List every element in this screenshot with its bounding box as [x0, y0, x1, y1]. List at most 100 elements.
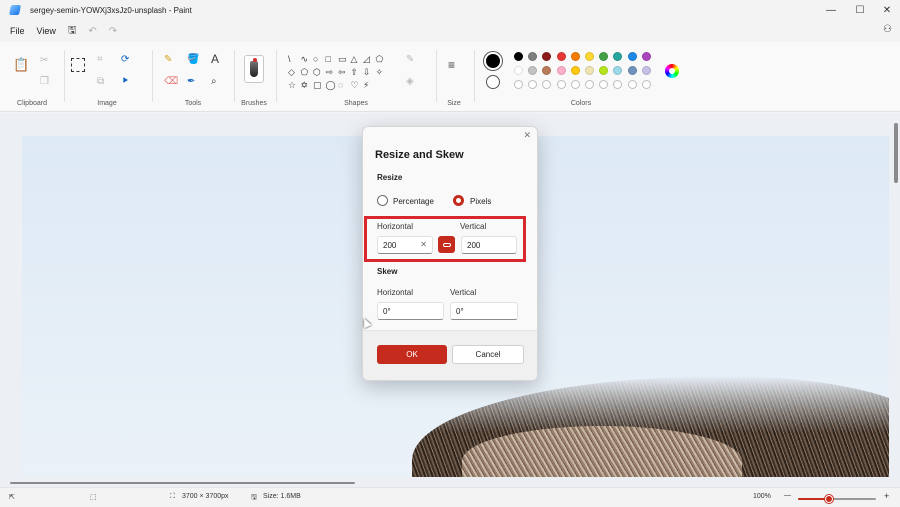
maximize-button[interactable]: ☐ — [845, 0, 875, 20]
edit-colors-icon[interactable] — [665, 64, 679, 78]
menu-file[interactable]: File — [4, 26, 31, 36]
custom-color-slot[interactable] — [585, 80, 594, 89]
menu-view[interactable]: View — [31, 26, 62, 36]
flip-icon[interactable]: ⯈ — [121, 77, 129, 87]
color-swatch[interactable] — [570, 52, 580, 61]
shape-option-icon[interactable]: ⇧ — [351, 67, 359, 77]
shape-option-icon[interactable]: ◌ — [338, 80, 343, 90]
shape-option-icon[interactable]: ▢ — [313, 80, 322, 90]
undo-icon[interactable]: ↶ — [82, 26, 102, 37]
brush-icon[interactable] — [244, 55, 264, 83]
shape-option-icon[interactable]: ⬠ — [376, 54, 384, 64]
shape-option-icon[interactable]: ☆ — [288, 80, 296, 90]
shape-option-icon[interactable]: ○ — [313, 54, 318, 64]
line-size-icon[interactable]: ≡ — [448, 59, 455, 71]
color-swatch[interactable] — [641, 52, 651, 61]
clear-icon[interactable]: ✕ — [420, 240, 427, 249]
magnifier-icon[interactable]: ⌕ — [211, 77, 217, 87]
vertical-scrollbar[interactable] — [894, 123, 898, 183]
pixels-radio[interactable] — [453, 195, 464, 206]
maintain-aspect-ratio-lock-icon[interactable] — [438, 236, 455, 253]
shape-option-icon[interactable]: ⬠ — [301, 67, 309, 77]
skew-heading: Skew — [377, 267, 398, 276]
redo-icon[interactable]: ↷ — [103, 26, 123, 37]
custom-color-slot[interactable] — [514, 80, 523, 89]
shape-option-icon[interactable]: △ — [351, 54, 358, 64]
resize-icon[interactable]: ⧉ — [97, 77, 104, 87]
custom-color-slot[interactable] — [556, 80, 566, 89]
shape-option-icon[interactable]: □ — [326, 54, 331, 64]
shape-option-icon[interactable]: ∿ — [301, 54, 309, 64]
canvas-size-icon: ⛶ — [170, 493, 175, 500]
color-swatch[interactable] — [641, 66, 651, 75]
eraser-icon[interactable]: ⌫ — [164, 77, 178, 87]
text-icon[interactable]: A — [211, 53, 219, 65]
custom-color-slot[interactable] — [570, 80, 580, 89]
fill-icon[interactable]: 🪣 — [187, 55, 199, 65]
file-size: Size: 1.6MB — [263, 493, 301, 500]
shape-option-icon[interactable]: \ — [288, 54, 291, 64]
skew-vertical-input[interactable]: 0° — [450, 302, 518, 320]
cancel-button[interactable]: Cancel — [452, 345, 524, 364]
colors-group: Colors — [476, 42, 686, 112]
secondary-color-swatch[interactable] — [486, 75, 500, 89]
shape-fill-icon[interactable]: ◈ — [406, 77, 414, 87]
skew-horizontal-input[interactable]: 0° — [377, 302, 444, 320]
cut-icon[interactable]: ✂ — [40, 56, 48, 66]
color-swatch[interactable] — [627, 52, 637, 61]
color-picker-icon[interactable]: ✒ — [187, 77, 195, 87]
select-icon[interactable] — [71, 58, 85, 72]
custom-color-slot[interactable] — [627, 80, 637, 89]
pencil-icon[interactable]: ✎ — [164, 55, 172, 65]
close-window-button[interactable]: ✕ — [872, 0, 900, 20]
horizontal-scrollbar[interactable] — [10, 482, 355, 484]
color-swatch[interactable] — [585, 52, 594, 61]
shape-option-icon[interactable]: ♡ — [351, 80, 359, 90]
shape-option-icon[interactable]: ⬡ — [313, 67, 321, 77]
color-swatch[interactable] — [514, 66, 523, 75]
shape-option-icon[interactable]: ◿ — [363, 54, 370, 64]
ok-button[interactable]: OK — [377, 345, 447, 364]
zoom-slider-thumb[interactable] — [825, 495, 834, 503]
outline-icon[interactable]: ✎ — [406, 55, 414, 65]
rotate-icon[interactable]: ⟳ — [121, 55, 129, 65]
save-icon[interactable]: 🖫 — [62, 23, 83, 40]
image-label: Image — [97, 100, 117, 107]
shape-option-icon[interactable]: ✧ — [376, 67, 384, 77]
divider — [276, 50, 277, 102]
percentage-radio[interactable] — [377, 195, 388, 206]
crop-icon[interactable]: ⌗ — [97, 55, 103, 65]
zoom-slider[interactable] — [798, 495, 876, 503]
dialog-close-button[interactable]: ✕ — [523, 130, 531, 141]
zoom-in-button[interactable]: + — [884, 491, 889, 501]
color-swatch[interactable] — [514, 52, 523, 61]
shape-option-icon[interactable]: ✡ — [301, 80, 309, 90]
color-swatch[interactable] — [556, 66, 566, 75]
size-label: Size — [447, 100, 461, 107]
color-swatch[interactable] — [570, 66, 580, 75]
clipboard-label: Clipboard — [17, 100, 47, 107]
shape-option-icon[interactable]: ⇦ — [338, 67, 346, 77]
shape-option-icon[interactable]: ◇ — [288, 67, 295, 77]
primary-color-swatch[interactable] — [486, 54, 500, 68]
paste-icon[interactable]: 📋 — [13, 58, 29, 71]
custom-color-slot[interactable] — [641, 80, 651, 89]
shape-option-icon[interactable]: ▭ — [338, 54, 347, 64]
resize-horizontal-input[interactable]: 200 ✕ — [377, 236, 433, 254]
pointer-position-icon: ⇱ — [9, 494, 15, 501]
share-icon[interactable]: ⚇ — [883, 24, 892, 35]
resize-vertical-input[interactable]: 200 — [461, 236, 517, 254]
percentage-label: Percentage — [393, 197, 434, 206]
minimize-button[interactable]: — — [816, 0, 846, 20]
color-swatch[interactable] — [585, 66, 594, 75]
color-swatch[interactable] — [556, 52, 566, 61]
shape-option-icon[interactable]: ⇩ — [363, 67, 371, 77]
shape-option-icon[interactable]: ⚡ — [363, 80, 369, 90]
shape-option-icon[interactable]: ⇨ — [326, 67, 334, 77]
zoom-out-button[interactable]: — — [784, 492, 791, 499]
skew-vertical-label: Vertical — [450, 288, 477, 297]
zoom-level[interactable]: 100% — [753, 493, 771, 500]
shape-option-icon[interactable]: ◯ — [326, 80, 336, 90]
color-swatch[interactable] — [627, 66, 637, 75]
copy-icon[interactable]: ❐ — [40, 77, 49, 87]
